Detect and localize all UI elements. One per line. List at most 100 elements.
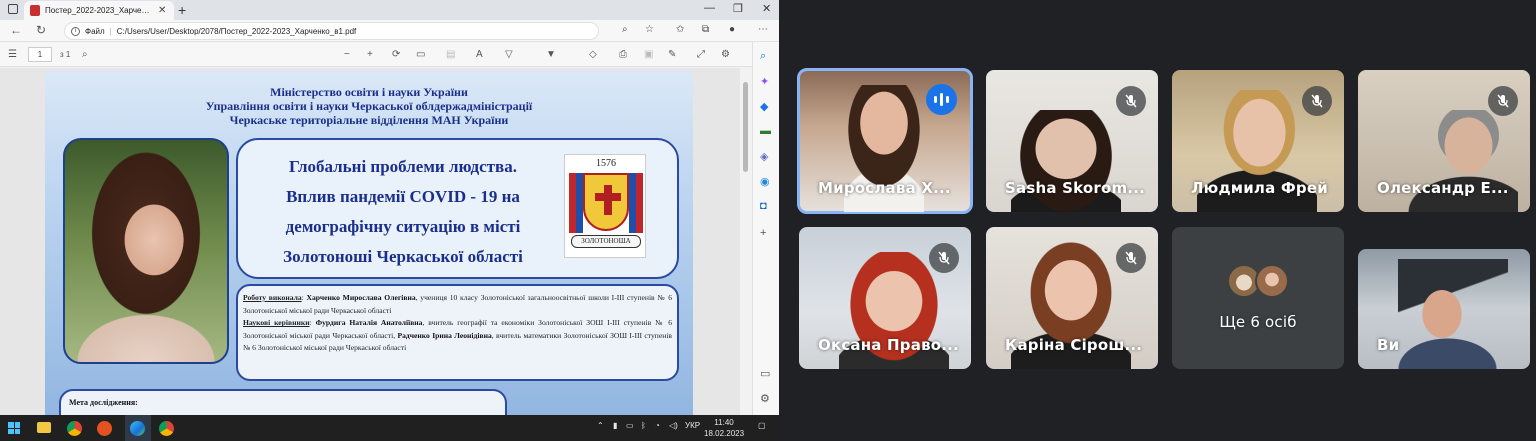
page-number-input[interactable]: 1 bbox=[28, 47, 52, 62]
collections-icon[interactable]: ⧉ bbox=[702, 24, 709, 35]
contents-icon[interactable]: ☰ bbox=[8, 49, 17, 60]
poster: Міністерство освіти і науки України Упра… bbox=[45, 71, 693, 415]
copilot-icon[interactable]: ✦ bbox=[760, 75, 769, 88]
minimize-icon[interactable]: — bbox=[704, 2, 715, 14]
battery-icon[interactable]: ▭ bbox=[626, 421, 634, 430]
address-prefix: Файл bbox=[85, 26, 105, 36]
more-menu-icon[interactable]: ⋯ bbox=[758, 24, 768, 35]
maximize-icon[interactable]: ❐ bbox=[733, 2, 743, 15]
title-line: Вплив пандемії COVID - 19 на bbox=[286, 187, 520, 206]
refresh-icon[interactable]: ↻ bbox=[36, 23, 46, 37]
meet-grid: Мирослава Х... Sasha Skorom... Людмила Ф… bbox=[779, 0, 1536, 441]
student-photo bbox=[63, 138, 229, 364]
participant-name: Каріна Сірош... bbox=[1005, 336, 1143, 354]
address-bar[interactable]: i Файл | C:/Users/User/Desktop/2078/Пост… bbox=[64, 22, 599, 40]
volume-icon[interactable]: ◁) bbox=[669, 421, 678, 430]
app-icon[interactable] bbox=[97, 421, 112, 436]
clock-date: 18.02.2023 bbox=[704, 429, 745, 438]
participant-tile[interactable]: Мирослава Х... bbox=[797, 68, 973, 214]
print-icon[interactable]: ⎙ bbox=[619, 49, 627, 60]
participant-name: Мирослава Х... bbox=[818, 179, 951, 197]
tray-chevron-icon[interactable]: ⌃ bbox=[597, 421, 604, 430]
clock[interactable]: 11:40 18.02.2023 bbox=[704, 417, 744, 439]
sidebar-search-icon[interactable]: ⌕ bbox=[760, 50, 766, 63]
zoom-out-icon[interactable]: − bbox=[344, 49, 350, 60]
clock-time: 11:40 bbox=[714, 418, 734, 427]
m365-icon[interactable]: ◉ bbox=[760, 175, 770, 188]
coat-flag-right bbox=[629, 173, 643, 233]
profile-icon[interactable]: ● bbox=[729, 24, 735, 35]
fit-page-icon[interactable]: ▭ bbox=[416, 49, 425, 60]
games-icon[interactable]: ◈ bbox=[760, 150, 768, 163]
scrollbar-thumb[interactable] bbox=[743, 82, 748, 172]
participant-tile[interactable]: Sasha Skorom... bbox=[986, 70, 1158, 212]
favorite-star-icon[interactable]: ☆ bbox=[645, 24, 654, 35]
network-icon[interactable]: ◔ bbox=[655, 421, 660, 430]
info-icon[interactable]: i bbox=[71, 26, 80, 36]
sidebar-settings-icon[interactable]: ⚙ bbox=[760, 392, 770, 405]
page-current: 1 bbox=[37, 50, 43, 59]
participant-tile[interactable]: Людмила Фрей bbox=[1172, 70, 1344, 212]
usb-icon[interactable]: ▮ bbox=[613, 421, 617, 430]
screen: Постер_2022-2023_Харченко_в ✕ + — ❐ ✕ ← … bbox=[0, 0, 1536, 441]
participant-tile[interactable]: Оксана Право... bbox=[799, 227, 971, 369]
title-box: Глобальні проблеми людства. Вплив пандем… bbox=[236, 138, 679, 279]
address-url: C:/Users/User/Desktop/2078/Постер_2022-2… bbox=[116, 26, 357, 36]
edge-window: Постер_2022-2023_Харченко_в ✕ + — ❐ ✕ ← … bbox=[0, 0, 779, 415]
language-indicator[interactable]: УКР bbox=[685, 421, 700, 430]
file-explorer-icon[interactable] bbox=[37, 422, 51, 433]
participant-tile[interactable]: Олександр Е... bbox=[1358, 70, 1530, 212]
title-line: демографічну ситуацію в місті bbox=[285, 217, 521, 236]
speaking-indicator-icon bbox=[926, 84, 957, 115]
start-icon[interactable] bbox=[8, 422, 20, 434]
erase-icon[interactable]: ◇ bbox=[589, 49, 597, 60]
favorites-icon[interactable]: ✩ bbox=[676, 24, 684, 35]
search-icon[interactable]: ⌕ bbox=[622, 24, 628, 35]
zoom-in-icon[interactable]: + bbox=[367, 49, 373, 60]
hide-sidebar-icon[interactable]: ▭ bbox=[760, 367, 770, 380]
header-line: Управління освіти і науки Черкаської обл… bbox=[205, 99, 533, 113]
find-icon[interactable]: ⌕ bbox=[82, 49, 88, 60]
highlight-icon[interactable]: ▼ bbox=[546, 49, 556, 60]
close-tab-icon[interactable]: ✕ bbox=[158, 5, 166, 16]
self-view-tile[interactable]: Ви bbox=[1358, 249, 1530, 369]
close-window-icon[interactable]: ✕ bbox=[762, 2, 771, 15]
draw-icon[interactable]: ▽ bbox=[505, 49, 513, 60]
tab-pdf[interactable]: Постер_2022-2023_Харченко_в ✕ bbox=[24, 1, 174, 20]
tab-actions-icon[interactable] bbox=[8, 4, 18, 14]
vertical-scrollbar[interactable] bbox=[740, 68, 752, 415]
tools-icon[interactable]: ▬ bbox=[760, 125, 771, 137]
chrome-icon-2[interactable] bbox=[159, 421, 174, 436]
expand-icon[interactable]: ⤢ bbox=[697, 49, 705, 60]
goal-box: Мета дослідження: bbox=[59, 389, 507, 415]
header-line: Міністерство освіти і науки України bbox=[270, 85, 468, 99]
more-participants-label: Ще 6 осіб bbox=[1219, 313, 1297, 331]
rotate-icon[interactable]: ⟳ bbox=[392, 49, 400, 60]
pdf-icon bbox=[30, 5, 40, 16]
participant-name: Оксана Право... bbox=[818, 336, 959, 354]
add-sidebar-icon[interactable]: + bbox=[760, 227, 766, 239]
settings-icon[interactable]: ⚙ bbox=[721, 49, 730, 60]
shopping-icon[interactable]: ◆ bbox=[760, 100, 768, 113]
chrome-icon[interactable] bbox=[67, 421, 82, 436]
back-icon[interactable]: ← bbox=[10, 23, 22, 37]
edge-icon[interactable] bbox=[130, 421, 145, 436]
save-icon[interactable]: ▣ bbox=[644, 49, 653, 60]
new-tab-icon[interactable]: + bbox=[178, 2, 186, 18]
tab-title: Постер_2022-2023_Харченко_в bbox=[45, 6, 153, 15]
notifications-icon[interactable]: ▢ bbox=[758, 421, 766, 430]
author-name: Харченко Мирослава Олегівна bbox=[306, 293, 416, 302]
bluetooth-icon[interactable]: ᛒ bbox=[641, 421, 646, 430]
page-view-icon[interactable]: ▤ bbox=[446, 49, 455, 60]
coat-of-arms: 1576 ЗОЛОТОНОША bbox=[564, 154, 646, 258]
read-aloud-icon[interactable]: A bbox=[476, 49, 483, 60]
participant-avatars bbox=[1227, 264, 1297, 298]
participant-tile[interactable]: Каріна Сірош... bbox=[986, 227, 1158, 369]
outlook-icon[interactable]: ◘ bbox=[760, 200, 767, 212]
more-participants-tile[interactable]: Ще 6 осіб bbox=[1172, 227, 1344, 369]
header-line: Черкаське територіальне відділення МАН У… bbox=[229, 113, 509, 127]
save-as-icon[interactable]: ✎ bbox=[668, 49, 676, 60]
advisor1-name: Фурдига Наталія Анатоліївна bbox=[315, 318, 423, 328]
self-name: Ви bbox=[1377, 336, 1400, 354]
pdf-viewport[interactable]: Міністерство освіти і науки України Упра… bbox=[0, 68, 740, 415]
